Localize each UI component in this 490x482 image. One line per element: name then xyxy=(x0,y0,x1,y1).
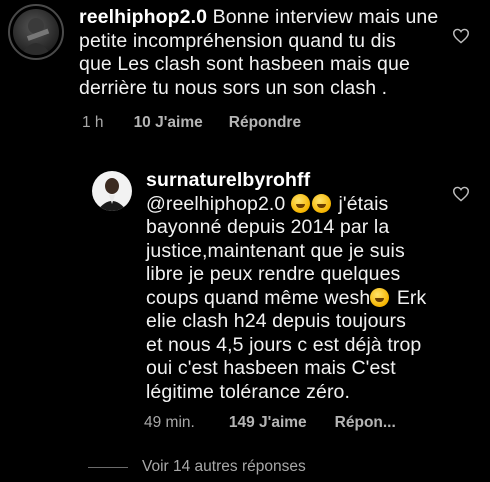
comment-text: reelhiphop2.0 Bonne interview mais une p… xyxy=(79,6,438,100)
comment-meta: 1 h 10 J'aime Répondre xyxy=(82,114,301,132)
comment-line: Bonne interview mais une xyxy=(207,6,439,28)
reply-button[interactable]: Répondre xyxy=(229,114,301,132)
reply-line: coups quand même wesh xyxy=(146,286,371,309)
reply-username[interactable]: surnaturelbyrohff xyxy=(146,169,426,193)
reply-line: bayonné depuis 2014 par la xyxy=(146,216,390,238)
likes-count[interactable]: 10 J'aime xyxy=(134,114,203,132)
reply-line: libre je peux rendre quelques xyxy=(146,263,401,285)
reply-time: 49 min. xyxy=(144,414,195,431)
reply-line: justice,maintenant que je suis xyxy=(146,239,405,262)
laughing-emoji-icon xyxy=(370,287,390,307)
comment-line: que Les clash sont hasbeen mais que xyxy=(79,53,410,75)
reply-text: surnaturelbyrohff @reelhiphop2.0 j'étais… xyxy=(146,169,426,404)
rofl-emoji-icon xyxy=(290,193,310,213)
heart-icon[interactable] xyxy=(452,28,470,44)
reply-line: légitime tolérance zéro. xyxy=(146,380,350,403)
comment-time: 1 h xyxy=(82,114,104,131)
reply-line: elie clash h24 depuis toujours xyxy=(146,310,406,332)
avatar[interactable] xyxy=(92,171,132,211)
heart-icon[interactable] xyxy=(452,186,470,202)
avatar-image-icon xyxy=(97,178,127,211)
avatar[interactable] xyxy=(13,9,59,55)
divider xyxy=(88,466,128,468)
reply-meta: 49 min. 149 J'aime Répon... xyxy=(144,414,396,432)
comment-line: derrière tu nous sors un son clash . xyxy=(79,76,388,99)
rofl-emoji-icon xyxy=(311,193,331,213)
reply-line: oui c'est hasbeen mais C'est xyxy=(146,357,396,379)
avatar-image-icon xyxy=(21,18,51,55)
reply-line: et nous 4,5 jours c est déjà trop xyxy=(146,333,422,356)
view-more-label: Voir 14 autres réponses xyxy=(142,458,306,475)
mention-link[interactable]: @reelhiphop2.0 xyxy=(146,193,285,215)
reply-line: Erk xyxy=(391,286,427,309)
likes-count[interactable]: 149 J'aime xyxy=(229,414,307,432)
reply-button[interactable]: Répon... xyxy=(335,414,396,432)
comment-username[interactable]: reelhiphop2.0 xyxy=(79,6,207,28)
comment-line: petite incompréhension quand tu dis xyxy=(79,29,396,52)
view-more-replies[interactable]: Voir 14 autres réponses xyxy=(88,458,306,476)
reply-line: j'étais xyxy=(332,192,389,215)
